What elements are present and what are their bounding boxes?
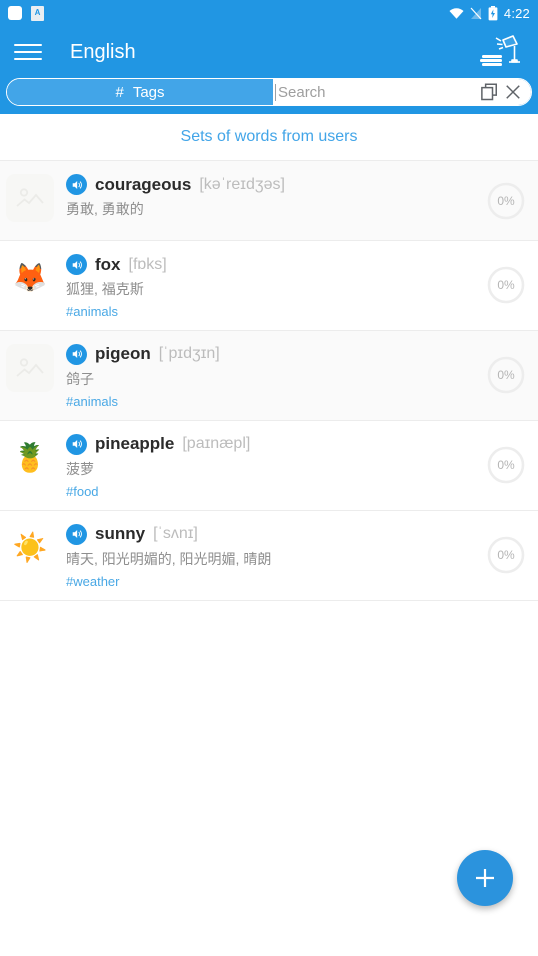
word-term: pigeon [95, 344, 151, 364]
word-headline: sunny [ˈsʌnɪ] [66, 523, 530, 545]
progress-ring: 0% [486, 535, 526, 575]
word-transcription: [ˈpɪdʒɪn] [158, 345, 220, 363]
word-translation: 鸽子 [66, 370, 94, 387]
word-row[interactable]: 🍍 pineapple [paɪnæpl] 菠萝 #food 0% [0, 419, 538, 510]
word-row-body: courageous [kəˈreɪdʒəs] 勇敢, 勇敢的 [66, 172, 530, 219]
progress-label: 0% [497, 193, 515, 208]
word-tag[interactable]: #animals [66, 304, 530, 319]
word-row[interactable]: 🦊 fox [fɒks] 狐狸, 福克斯 #animals 0% [0, 240, 538, 330]
progress-label: 0% [497, 548, 515, 563]
copy-icon[interactable] [480, 82, 500, 102]
battery-charging-icon [488, 5, 498, 21]
status-bar-clock: 4:22 [503, 5, 530, 21]
word-headline: fox [fɒks] [66, 254, 530, 275]
sun-image: ☀️ [6, 523, 54, 572]
page-title: English [70, 40, 136, 63]
tags-filter-button[interactable]: # Tags [7, 79, 273, 105]
speaker-icon[interactable] [66, 433, 87, 455]
word-headline: pigeon [ˈpɪdʒɪn] [66, 343, 530, 365]
word-translation: 菠萝 [66, 460, 94, 477]
search-bar: # Tags [0, 78, 538, 114]
hash-icon: # [115, 83, 124, 101]
progress-ring: 0% [486, 355, 526, 395]
word-tag[interactable]: #animals [66, 394, 530, 409]
signal-off-icon [470, 7, 482, 20]
word-tag[interactable]: #food [66, 484, 530, 499]
status-bar: A 4:22 [0, 0, 538, 26]
app-bar: English [0, 26, 538, 78]
wifi-icon [449, 7, 464, 19]
word-translation: 勇敢, 勇敢的 [66, 201, 144, 217]
notification-square-icon [8, 6, 22, 20]
notification-doc-letter: A [34, 8, 41, 17]
fox-image: 🦊 [6, 254, 54, 302]
word-row-body: fox [fɒks] 狐狸, 福克斯 #animals [66, 252, 530, 319]
word-translation: 狐狸, 福克斯 [66, 281, 144, 297]
search-input[interactable] [276, 83, 477, 101]
word-row-body: sunny [ˈsʌnɪ] 晴天, 阳光明媚的, 阳光明媚, 晴朗 #weather [66, 522, 530, 589]
word-transcription: [kəˈreɪdʒəs] [199, 175, 285, 193]
word-row[interactable]: courageous [kəˈreɪdʒəs] 勇敢, 勇敢的 0% [0, 160, 538, 240]
progress-ring: 0% [486, 265, 526, 305]
hamburger-menu-icon[interactable] [14, 42, 42, 62]
word-term: fox [95, 254, 121, 274]
progress-label: 0% [497, 368, 515, 383]
word-transcription: [fɒks] [128, 255, 167, 273]
placeholder-image-icon [6, 174, 54, 222]
search-field[interactable] [273, 79, 531, 105]
close-icon[interactable] [503, 82, 523, 102]
word-translation: 晴天, 阳光明媚的, 阳光明媚, 晴朗 [66, 550, 272, 567]
word-headline: pineapple [paɪnæpl] [66, 433, 530, 455]
word-row-body: pigeon [ˈpɪdʒɪn] 鸽子 #animals [66, 342, 530, 409]
word-tag[interactable]: #weather [66, 574, 530, 589]
word-term: courageous [95, 174, 192, 194]
word-transcription: [ˈsʌnɪ] [153, 525, 198, 543]
word-headline: courageous [kəˈreɪdʒəs] [66, 174, 530, 195]
word-row-body: pineapple [paɪnæpl] 菠萝 #food [66, 432, 530, 499]
progress-label: 0% [497, 278, 515, 293]
section-header: Sets of words from users [0, 114, 538, 160]
placeholder-image-icon [6, 343, 54, 392]
lamp-books-icon[interactable] [476, 34, 524, 70]
speaker-icon[interactable] [66, 523, 87, 545]
status-bar-system-icons: 4:22 [449, 5, 530, 21]
progress-ring: 0% [486, 181, 526, 221]
list-end-divider [0, 599, 538, 601]
add-word-fab-button[interactable] [457, 850, 513, 906]
speaker-icon[interactable] [66, 343, 87, 365]
notification-doc-icon: A [31, 5, 44, 21]
progress-label: 0% [497, 458, 515, 473]
word-transcription: [paɪnæpl] [182, 435, 251, 453]
progress-ring: 0% [486, 445, 526, 485]
word-term: sunny [95, 524, 146, 544]
word-term: pineapple [95, 434, 175, 454]
speaker-icon[interactable] [66, 254, 87, 275]
word-row[interactable]: pigeon [ˈpɪdʒɪn] 鸽子 #animals 0% [0, 329, 538, 420]
pineapple-image: 🍍 [6, 433, 54, 482]
search-wrapper: # Tags [6, 78, 532, 106]
speaker-icon[interactable] [66, 174, 87, 195]
plus-icon [476, 869, 494, 887]
tags-filter-label: Tags [132, 83, 165, 101]
word-row[interactable]: ☀️ sunny [ˈsʌnɪ] 晴天, 阳光明媚的, 阳光明媚, 晴朗 #weathe… [0, 509, 538, 600]
word-list: courageous [kəˈreɪdʒəs] 勇敢, 勇敢的 0% 🦊 fox [fɒks… [0, 160, 538, 601]
status-bar-notifications: A [8, 5, 449, 21]
